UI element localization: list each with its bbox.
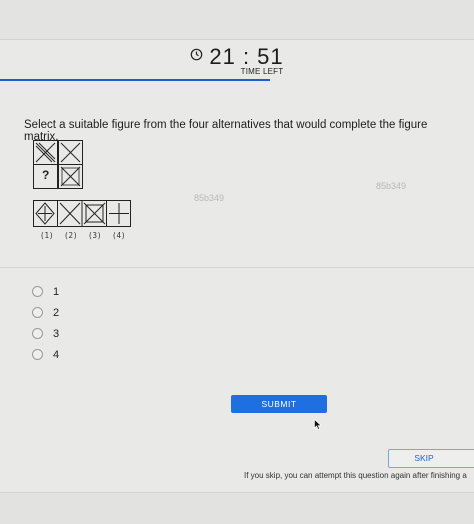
watermark: 85b349 xyxy=(194,193,225,203)
radio-button[interactable] xyxy=(32,328,43,339)
submit-button[interactable]: SUBMIT xyxy=(231,395,327,413)
timer-label: TIME LEFT xyxy=(240,67,284,76)
divider xyxy=(0,267,474,268)
alt-label: (2) xyxy=(64,231,78,240)
option-2[interactable]: 2 xyxy=(32,302,59,323)
option-label: 2 xyxy=(53,306,60,319)
alt-label: (4) xyxy=(112,231,126,240)
bottom-bar xyxy=(0,492,474,524)
top-bar xyxy=(0,0,474,40)
question-text: Select a suitable figure from the four a… xyxy=(24,119,428,143)
option-4[interactable]: 4 xyxy=(32,344,59,365)
answer-figure-labels: (1) (2) (3) (4) xyxy=(40,231,136,240)
option-label: 1 xyxy=(53,285,60,298)
option-3[interactable]: 3 xyxy=(32,323,59,344)
alt-label: (1) xyxy=(40,231,54,240)
option-label: 3 xyxy=(53,327,60,340)
radio-button[interactable] xyxy=(32,286,43,297)
figure-matrix: ? xyxy=(33,140,83,189)
mouse-pointer-icon xyxy=(314,417,322,435)
radio-button[interactable] xyxy=(32,349,43,360)
option-label: 4 xyxy=(53,348,60,361)
clock-icon xyxy=(190,48,203,66)
watermark: 85b349 xyxy=(376,181,407,191)
option-1[interactable]: 1 xyxy=(32,281,59,302)
answer-figures xyxy=(33,200,131,227)
radio-button[interactable] xyxy=(32,307,43,318)
skip-note: If you skip, you can attempt this questi… xyxy=(244,471,467,480)
time-progress-bar xyxy=(0,79,270,81)
skip-button[interactable]: SKIP xyxy=(388,449,474,468)
alt-label: (3) xyxy=(88,231,102,240)
missing-cell-symbol: ? xyxy=(42,168,50,182)
answer-options: 1 2 3 4 xyxy=(32,281,59,365)
